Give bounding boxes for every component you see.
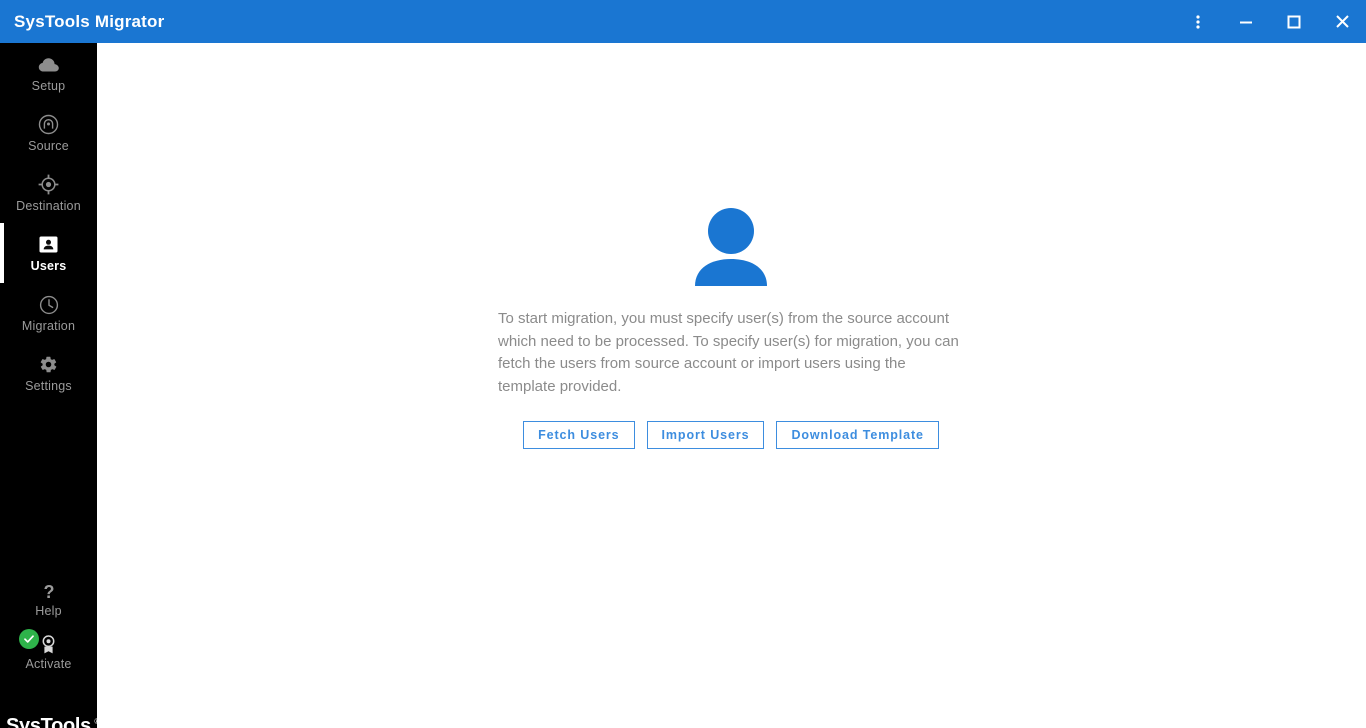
title-bar: SysTools Migrator [0,0,1366,43]
sidebar-item-label: Settings [25,378,72,393]
kebab-menu-icon [1196,14,1200,29]
sidebar-item-help[interactable]: ? Help [0,573,97,626]
main-content: To start migration, you must specify use… [97,43,1366,728]
logo-name: SysTools [5,714,92,728]
systools-logo: SysTools ® Simplifying Technology [0,698,100,728]
gear-icon [39,354,58,376]
sidebar: Setup Source Destination Users Migration… [0,43,100,728]
sidebar-item-label: Migration [21,318,76,333]
minimize-icon [1240,21,1252,23]
download-template-button[interactable]: Download Template [776,421,939,449]
more-options-button[interactable] [1174,0,1222,43]
sidebar-item-destination[interactable]: Destination [0,163,97,223]
empty-state: To start migration, you must specify use… [498,208,964,449]
import-users-button[interactable]: Import Users [646,421,765,449]
target-crosshair-icon [38,174,59,196]
cloud-icon [38,54,60,76]
logo-wordmark: SysTools ® [5,714,100,728]
action-buttons: Fetch Users Import Users Download Templa… [523,421,939,449]
clock-icon [39,294,59,316]
green-check-icon [19,629,39,649]
sidebar-item-label: Activate [25,656,72,671]
sidebar-item-activate[interactable]: Activate [0,626,97,679]
question-mark-icon: ? [42,582,56,602]
app-title: SysTools Migrator [14,11,165,31]
minimize-button[interactable] [1222,0,1270,43]
sidebar-item-label: Users [30,258,67,273]
sidebar-item-label: Setup [31,78,66,93]
svg-text:?: ? [43,582,54,602]
fetch-users-button[interactable]: Fetch Users [523,421,635,449]
maximize-button[interactable] [1270,0,1318,43]
sidebar-item-label: Destination [16,198,81,213]
close-button[interactable] [1318,0,1366,43]
sidebar-item-migration[interactable]: Migration [0,283,97,343]
app-window: SysTools Migrator Setup Source Destinati… [0,0,1366,728]
sidebar-nav: Setup Source Destination Users Migration… [0,43,97,403]
award-badge-icon [41,634,56,655]
sidebar-item-label: Help [35,603,62,618]
window-controls [1174,0,1366,43]
sidebar-item-users[interactable]: Users [0,223,97,283]
user-avatar-illustration [691,208,771,286]
contact-card-icon [39,234,58,256]
sidebar-item-source[interactable]: Source [0,103,97,163]
sidebar-item-settings[interactable]: Settings [0,343,97,403]
sidebar-item-setup[interactable]: Setup [0,43,97,103]
maximize-icon [1287,15,1301,28]
sidebar-bottom-group: ? Help Activate [0,573,97,679]
sidebar-item-label: Source [28,138,69,153]
empty-state-description: To start migration, you must specify use… [498,310,959,395]
close-icon [1335,15,1349,28]
broadcast-icon [38,114,59,136]
